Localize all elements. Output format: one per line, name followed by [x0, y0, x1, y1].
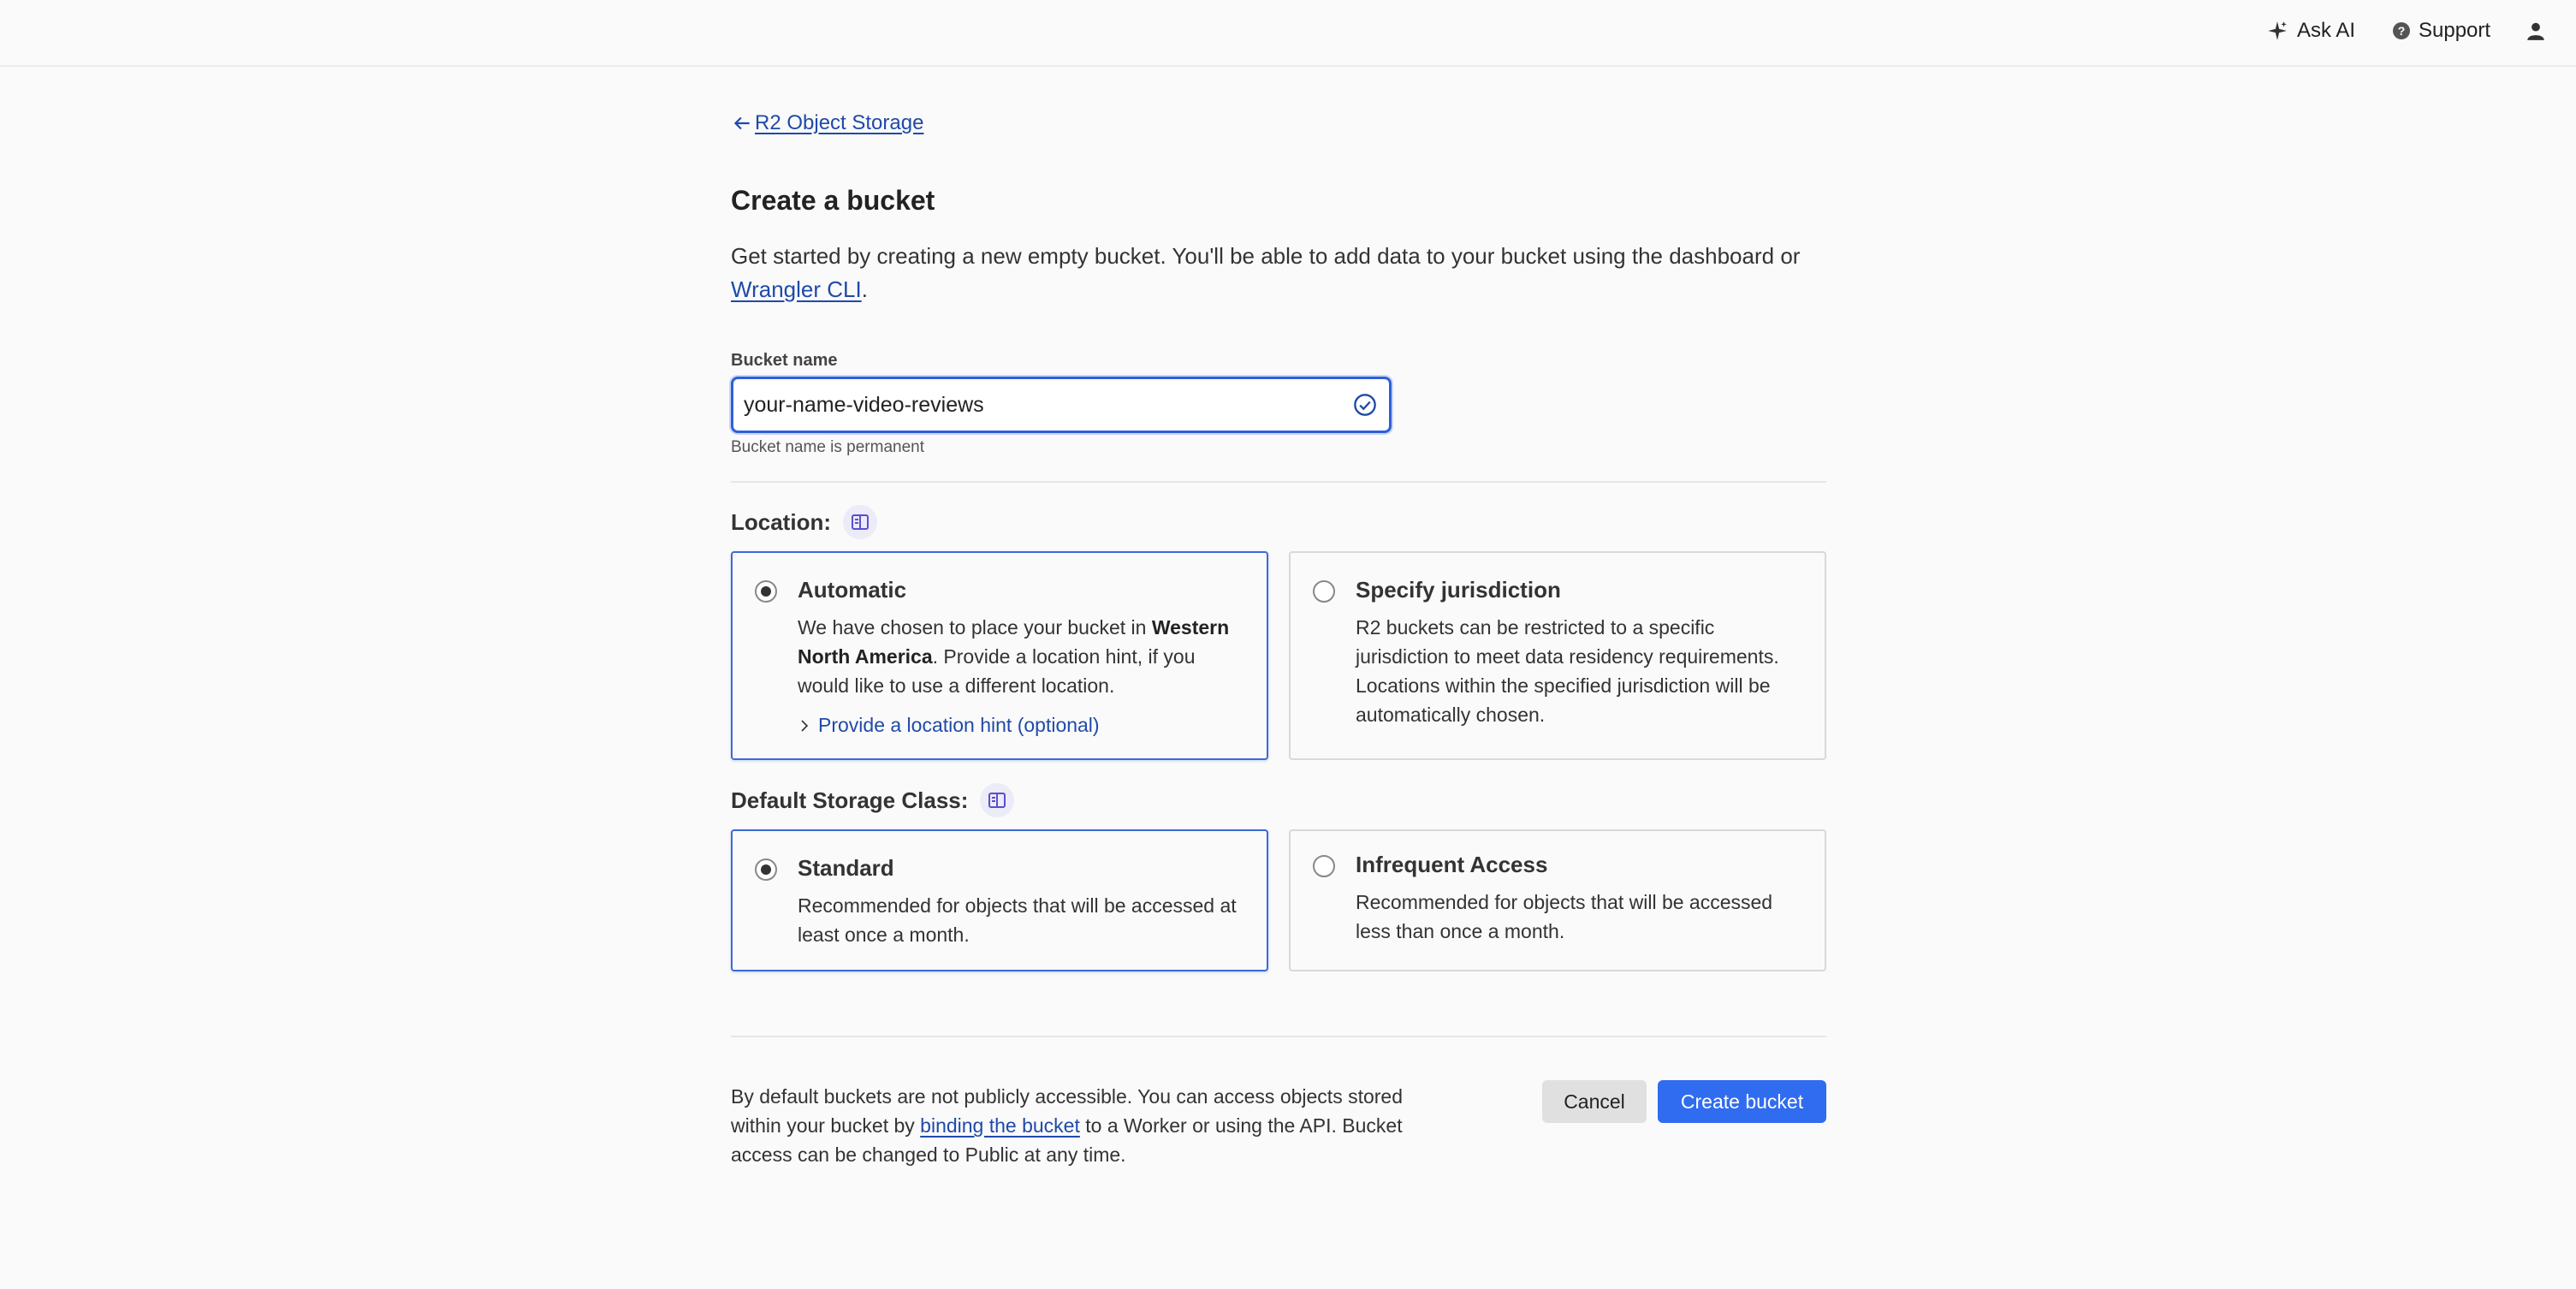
location-label: Location:	[731, 508, 831, 535]
cancel-button[interactable]: Cancel	[1542, 1080, 1647, 1123]
bucket-name-help: Bucket name is permanent	[731, 438, 925, 456]
help-circle-icon: ?	[2393, 22, 2410, 39]
binding-the-bucket-link[interactable]: binding the bucket	[920, 1114, 1080, 1137]
storage-class-section-label: Default Storage Class:	[731, 783, 1015, 817]
support-button[interactable]: ? Support	[2393, 14, 2490, 48]
radio-button[interactable]	[755, 580, 777, 603]
divider	[731, 1036, 1826, 1037]
location-hint-toggle[interactable]: Provide a location hint (optional)	[798, 714, 1100, 737]
back-link[interactable]: R2 Object Storage	[731, 111, 923, 135]
bucket-name-label: Bucket name	[731, 351, 838, 370]
location-section-label: Location:	[731, 505, 877, 539]
option-description: Recommended for objects that will be acc…	[1356, 891, 1773, 942]
check-circle-icon	[1354, 394, 1376, 416]
storage-option-standard[interactable]: Standard Recommended for objects that wi…	[731, 829, 1268, 971]
option-title: Automatic	[798, 577, 907, 603]
radio-button[interactable]	[755, 858, 777, 881]
page-intro: Get started by creating a new empty buck…	[731, 240, 1835, 306]
option-title: Specify jurisdiction	[1356, 577, 1561, 603]
storage-option-infrequent-access[interactable]: Infrequent Access Recommended for object…	[1289, 829, 1826, 971]
page-title: Create a bucket	[731, 185, 935, 216]
back-link-label: R2 Object Storage	[755, 111, 924, 134]
intro-end: .	[861, 276, 868, 302]
option-title: Standard	[798, 855, 894, 881]
docs-icon[interactable]	[980, 783, 1015, 817]
location-option-jurisdiction[interactable]: Specify jurisdiction R2 buckets can be r…	[1289, 551, 1826, 760]
option-description: We have chosen to place your bucket in W…	[798, 613, 1251, 700]
support-label: Support	[2419, 19, 2491, 42]
storage-class-label: Default Storage Class:	[731, 787, 969, 813]
intro-text: Get started by creating a new empty buck…	[731, 243, 1801, 269]
option-title: Infrequent Access	[1356, 852, 1548, 877]
bucket-name-input[interactable]	[733, 379, 1324, 431]
docs-icon[interactable]	[843, 505, 877, 539]
sparkle-icon	[2268, 21, 2287, 40]
create-bucket-button[interactable]: Create bucket	[1658, 1080, 1826, 1123]
wrangler-cli-link[interactable]: Wrangler CLI	[731, 276, 862, 302]
access-note: By default buckets are not publicly acce…	[731, 1082, 1441, 1169]
chevron-right-icon	[801, 719, 809, 732]
radio-button[interactable]	[1313, 580, 1335, 603]
location-hint-label: Provide a location hint (optional)	[818, 714, 1100, 736]
user-menu-button[interactable]	[2525, 14, 2547, 48]
radio-button[interactable]	[1313, 855, 1335, 877]
option-description: R2 buckets can be restricted to a specif…	[1356, 616, 1779, 726]
top-bar: Ask AI ? Support	[0, 0, 2576, 67]
arrow-left-icon	[733, 116, 750, 130]
bucket-name-field	[731, 377, 1392, 433]
location-option-automatic[interactable]: Automatic We have chosen to place your b…	[731, 551, 1268, 760]
option-description: Recommended for objects that will be acc…	[798, 894, 1237, 946]
desc-text: We have chosen to place your bucket in	[798, 616, 1152, 639]
ask-ai-label: Ask AI	[2297, 19, 2356, 42]
user-icon	[2527, 22, 2544, 40]
divider	[731, 481, 1826, 483]
ask-ai-button[interactable]: Ask AI	[2266, 14, 2355, 48]
